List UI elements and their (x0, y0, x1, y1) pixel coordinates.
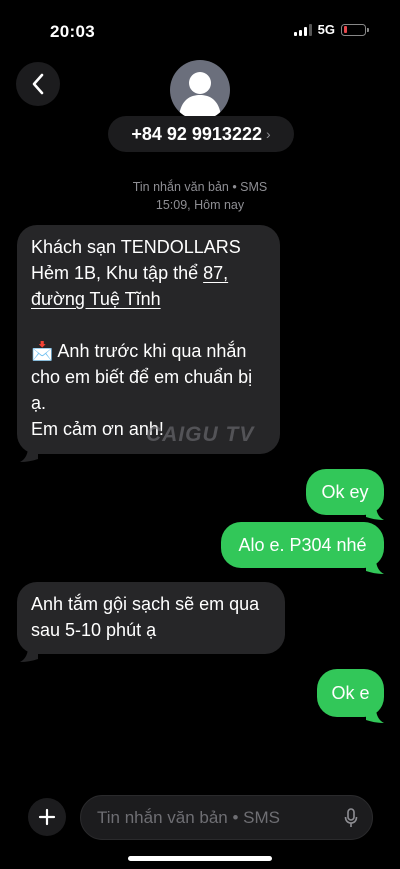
thread-timestamp: 15:09, Hôm nay (155, 198, 245, 212)
message-text: Ok ey (321, 482, 369, 502)
message-text: Ok e (331, 683, 370, 703)
contact-header-button[interactable]: +84 92 9913222 › (108, 116, 294, 152)
envelope-icon: 📩 (31, 341, 54, 361)
message-bubble-incoming[interactable]: Anh tắm gội sạch sẽ em qua sau 5-10 phút… (17, 582, 285, 654)
contact-number: +84 92 9913222 (131, 123, 262, 144)
message-bubble-outgoing[interactable]: Alo e. P304 nhé (221, 522, 384, 568)
message-text: Anh tắm gội sạch sẽ em qua (31, 594, 260, 614)
contact-avatar[interactable] (170, 60, 230, 120)
signal-icon (293, 23, 312, 36)
message-input[interactable] (97, 796, 337, 839)
person-icon (179, 72, 221, 116)
network-type: 5G (317, 22, 335, 37)
chevron-right-icon: › (265, 126, 271, 142)
message-bubble-outgoing[interactable]: Ok ey (306, 469, 384, 515)
message-text: ạ. (31, 393, 47, 413)
back-button[interactable] (16, 62, 60, 106)
plus-icon (38, 808, 56, 826)
message-text: cho em biết để em chuẩn bị (31, 367, 253, 387)
status-indicators: 5G (293, 22, 369, 37)
home-indicator (128, 856, 272, 861)
message-text: sau 5-10 phút ạ (31, 620, 157, 640)
message-text: Khách sạn TENDOLLARS (31, 237, 241, 257)
message-text: Alo e. P304 nhé (238, 535, 367, 555)
chevron-left-icon (32, 73, 44, 95)
microphone-icon[interactable] (344, 808, 358, 828)
address-link[interactable]: 87, (203, 263, 228, 283)
status-time: 20:03 (50, 22, 95, 41)
message-text: 📩 Anh trước khi qua nhắn (31, 341, 247, 361)
message-bubble-incoming[interactable]: Khách sạn TENDOLLARS Hẻm 1B, Khu tập thể… (17, 225, 280, 454)
message-composer (80, 795, 373, 840)
address-link[interactable]: đường Tuệ Tĩnh (31, 289, 161, 309)
add-attachment-button[interactable] (28, 798, 66, 836)
message-bubble-outgoing[interactable]: Ok e (317, 669, 384, 717)
thread-service-label: Tin nhắn văn bản • SMS (132, 180, 268, 194)
message-text: Em cảm ơn anh! (31, 419, 164, 439)
message-text: Hẻm 1B, Khu tập thể 87, (31, 263, 229, 283)
battery-icon (341, 23, 369, 36)
